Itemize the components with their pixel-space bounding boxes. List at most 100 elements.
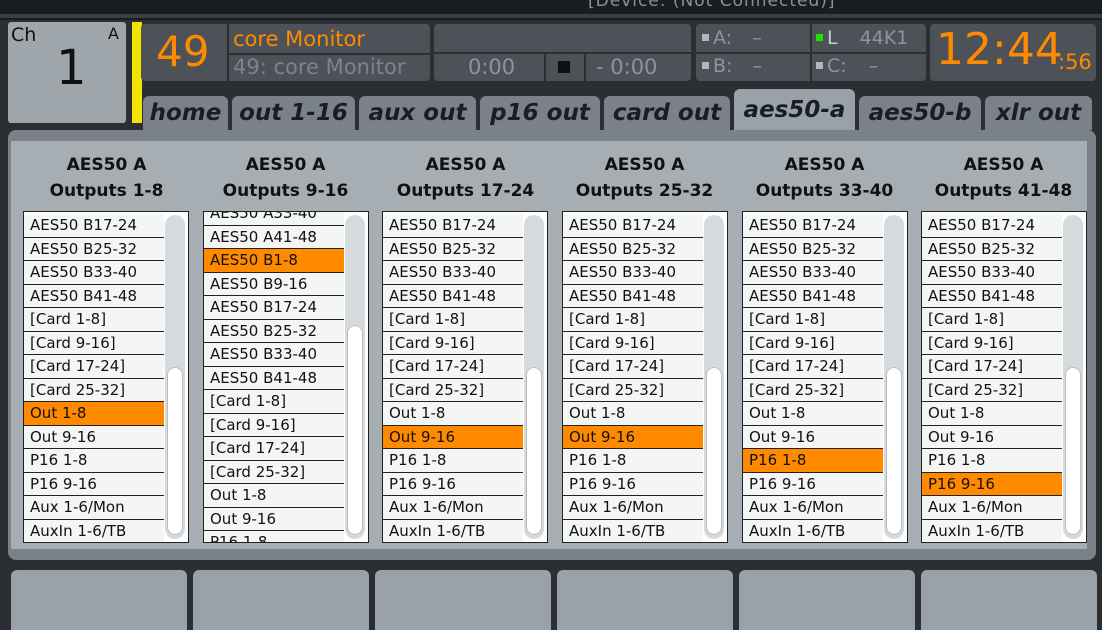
- list-item[interactable]: [Card 17-24]: [563, 355, 703, 379]
- list-item[interactable]: AES50 B17-24: [383, 214, 523, 238]
- scrollbar-thumb[interactable]: [1065, 367, 1081, 535]
- list-item[interactable]: AES50 B33-40: [563, 261, 703, 285]
- list-item[interactable]: [Card 17-24]: [922, 355, 1062, 379]
- channel-name-box[interactable]: 49 core Monitor 49: core Monitor: [141, 24, 430, 81]
- list-item[interactable]: Out 1-8: [922, 402, 1062, 426]
- source-list-6[interactable]: AES50 B17-24 AES50 B25-32 AES50 B33-40 AES5…: [921, 211, 1087, 543]
- list-item[interactable]: AES50 B41-48: [743, 284, 883, 308]
- list-item[interactable]: AuxIn 1-6/TB: [922, 519, 1062, 542]
- list-item[interactable]: P16 9-16: [563, 472, 703, 496]
- list-item[interactable]: Out 1-8: [383, 402, 523, 426]
- list-item[interactable]: P16 1-8: [24, 449, 164, 473]
- list-item[interactable]: [Card 17-24]: [24, 355, 164, 379]
- list-item[interactable]: [Card 25-32]: [24, 378, 164, 402]
- list-item[interactable]: AuxIn 1-6/TB: [24, 519, 164, 542]
- encoder-button-2[interactable]: [193, 570, 369, 630]
- list-item[interactable]: Aux 1-6/Mon: [743, 496, 883, 520]
- list-item[interactable]: [Card 1-8]: [743, 308, 883, 332]
- source-list-2[interactable]: AES50 A33-40 AES50 A41-48 AES50 B1-8 AES50 …: [203, 211, 369, 543]
- list-item[interactable]: [Card 25-32]: [204, 460, 344, 484]
- list-item[interactable]: Aux 1-6/Mon: [383, 496, 523, 520]
- list-item[interactable]: P16 9-16: [743, 472, 883, 496]
- list-item[interactable]: AES50 B25-32: [383, 237, 523, 261]
- list-item[interactable]: AES50 B41-48: [563, 284, 703, 308]
- list-item[interactable]: P16 9-16: [922, 472, 1062, 496]
- list-item[interactable]: Out 9-16: [204, 507, 344, 531]
- list-item[interactable]: [Card 9-16]: [204, 413, 344, 437]
- list-item[interactable]: AES50 B17-24: [204, 296, 344, 320]
- list-item[interactable]: AES50 B41-48: [383, 284, 523, 308]
- scrollbar[interactable]: [165, 215, 185, 539]
- scrollbar[interactable]: [1063, 215, 1083, 539]
- tab-aes50-b[interactable]: aes50-b: [859, 96, 981, 130]
- list-item[interactable]: AES50 B33-40: [922, 261, 1062, 285]
- list-item[interactable]: [Card 1-8]: [563, 308, 703, 332]
- list-item[interactable]: AuxIn 1-6/TB: [383, 519, 523, 542]
- list-item[interactable]: AES50 B33-40: [24, 261, 164, 285]
- list-item[interactable]: AES50 B33-40: [743, 261, 883, 285]
- list-item[interactable]: AES50 B17-24: [24, 214, 164, 238]
- list-item[interactable]: [Card 17-24]: [204, 437, 344, 461]
- source-list-4[interactable]: AES50 B17-24 AES50 B25-32 AES50 B33-40 AES5…: [562, 211, 728, 543]
- list-item[interactable]: AES50 A41-48: [204, 225, 344, 249]
- scrollbar-thumb[interactable]: [167, 367, 183, 535]
- tab-out-1-16[interactable]: out 1-16: [232, 96, 355, 130]
- source-list-5[interactable]: AES50 B17-24 AES50 B25-32 AES50 B33-40 AES5…: [742, 211, 908, 543]
- list-item[interactable]: P16 9-16: [383, 472, 523, 496]
- scrollbar-thumb[interactable]: [347, 325, 363, 535]
- list-item[interactable]: Out 9-16: [563, 425, 703, 449]
- list-item[interactable]: [Card 9-16]: [563, 331, 703, 355]
- list-item[interactable]: Out 9-16: [383, 425, 523, 449]
- list-item[interactable]: Aux 1-6/Mon: [563, 496, 703, 520]
- list-item[interactable]: [Card 1-8]: [383, 308, 523, 332]
- list-item[interactable]: P16 1-8: [204, 531, 344, 542]
- list-item[interactable]: [Card 25-32]: [743, 378, 883, 402]
- list-item[interactable]: P16 1-8: [922, 449, 1062, 473]
- list-item[interactable]: AES50 B17-24: [743, 214, 883, 238]
- list-item[interactable]: [Card 17-24]: [383, 355, 523, 379]
- list-item[interactable]: Out 9-16: [743, 425, 883, 449]
- list-item[interactable]: AES50 B41-48: [24, 284, 164, 308]
- tab-xlr-out[interactable]: xlr out: [985, 96, 1092, 130]
- list-item[interactable]: [Card 1-8]: [204, 390, 344, 414]
- list-item[interactable]: AES50 B25-32: [743, 237, 883, 261]
- list-item[interactable]: AES50 B17-24: [563, 214, 703, 238]
- list-item[interactable]: [Card 25-32]: [563, 378, 703, 402]
- list-item[interactable]: P16 1-8: [563, 449, 703, 473]
- source-list-1[interactable]: AES50 B17-24 AES50 B25-32 AES50 B33-40 AES5…: [23, 211, 189, 543]
- encoder-button-1[interactable]: [11, 570, 187, 630]
- scrollbar[interactable]: [704, 215, 724, 539]
- list-item[interactable]: [Card 25-32]: [922, 378, 1062, 402]
- list-item[interactable]: AES50 B41-48: [922, 284, 1062, 308]
- list-item[interactable]: [Card 9-16]: [922, 331, 1062, 355]
- list-item[interactable]: Aux 1-6/Mon: [922, 496, 1062, 520]
- encoder-button-5[interactable]: [739, 570, 915, 630]
- list-item[interactable]: Out 1-8: [563, 402, 703, 426]
- tab-p16-out[interactable]: p16 out: [480, 96, 600, 130]
- scrollbar[interactable]: [524, 215, 544, 539]
- list-item[interactable]: Out 9-16: [922, 425, 1062, 449]
- list-item[interactable]: AuxIn 1-6/TB: [743, 519, 883, 542]
- list-item[interactable]: AES50 B41-48: [204, 366, 344, 390]
- transport-box[interactable]: 0:00 - 0:00: [434, 24, 691, 81]
- list-item[interactable]: Out 1-8: [204, 484, 344, 508]
- list-item[interactable]: AES50 B9-16: [204, 272, 344, 296]
- list-item[interactable]: AES50 B25-32: [922, 237, 1062, 261]
- list-item[interactable]: [Card 9-16]: [383, 331, 523, 355]
- scrollbar[interactable]: [884, 215, 904, 539]
- scrollbar-thumb[interactable]: [886, 367, 902, 535]
- stop-icon[interactable]: [558, 61, 570, 73]
- list-item[interactable]: AuxIn 1-6/TB: [563, 519, 703, 542]
- tab-aes50-a[interactable]: aes50-a: [734, 89, 855, 130]
- list-item[interactable]: AES50 B33-40: [204, 343, 344, 367]
- tab-card-out[interactable]: card out: [604, 96, 730, 130]
- scrollbar-thumb[interactable]: [526, 367, 542, 535]
- list-item[interactable]: AES50 B25-32: [204, 319, 344, 343]
- scrollbar-thumb[interactable]: [706, 367, 722, 535]
- list-item[interactable]: [Card 25-32]: [383, 378, 523, 402]
- encoder-button-6[interactable]: [921, 570, 1097, 630]
- list-item[interactable]: [Card 17-24]: [743, 355, 883, 379]
- list-item[interactable]: [Card 9-16]: [24, 331, 164, 355]
- tab-home[interactable]: home: [143, 96, 228, 130]
- list-item[interactable]: [Card 9-16]: [743, 331, 883, 355]
